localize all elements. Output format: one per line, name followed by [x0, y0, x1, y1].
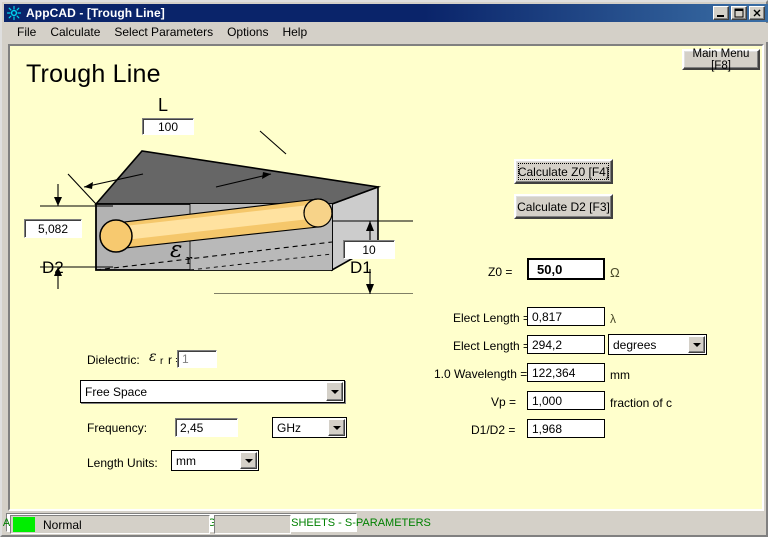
vp-field[interactable]: 1,000 — [527, 391, 605, 410]
window-controls — [713, 6, 768, 20]
appcad-atom-icon — [6, 5, 22, 21]
epsilon-subscript-label: r — [160, 356, 164, 367]
z0-unit-label: Ω — [610, 265, 620, 280]
frequency-units-combo[interactable]: GHz — [272, 417, 347, 438]
calculate-z0-label: Calculate Z0 [F4] — [517, 164, 610, 179]
chevron-down-icon[interactable] — [240, 452, 257, 469]
vp-label: Vp = — [491, 395, 517, 409]
material-combo[interactable]: Free Space — [80, 380, 345, 403]
elect-length-lambda-field[interactable]: 0,817 — [527, 307, 605, 326]
status-state-text: Normal — [43, 517, 82, 532]
wavelength-label: 1.0 Wavelength = — [434, 367, 528, 381]
calculate-z0-button[interactable]: Calculate Z0 [F4] — [514, 159, 613, 184]
application-window: AppCAD - [Trough Line] File Calculate Se… — [0, 0, 768, 537]
minimize-button[interactable] — [713, 6, 729, 20]
angle-units-combo[interactable]: degrees — [608, 334, 707, 355]
lambda-unit-label: λ — [610, 312, 616, 326]
vp-unit-label: fraction of c — [610, 396, 673, 410]
elect-length-lambda-label: Elect Length = — [453, 311, 531, 325]
menu-bar: File Calculate Select Parameters Options… — [4, 23, 768, 42]
menu-item-help[interactable]: Help — [275, 24, 314, 41]
client-area: Trough Line Main Menu [F8] ε r L 100 5,0… — [8, 44, 764, 511]
diagram-length-label: L — [158, 95, 169, 115]
frequency-units-value: GHz — [277, 420, 301, 435]
z0-field[interactable]: 50,0 — [527, 258, 605, 280]
status-state-pane: Normal — [10, 515, 210, 534]
status-bar: Normal Click for Web: APPLICATION NOTES … — [0, 513, 766, 535]
wavelength-field[interactable]: 122,364 — [527, 363, 605, 382]
frequency-field[interactable]: 2,45 — [175, 418, 238, 437]
main-menu-button[interactable]: Main Menu [F8] — [682, 48, 760, 72]
er-field[interactable]: 1 — [177, 350, 217, 368]
epsilon-symbol: ε — [170, 237, 182, 263]
title-bar: AppCAD - [Trough Line] — [4, 4, 768, 22]
dielectric-label: Dielectric: — [87, 353, 140, 367]
d1-d2-ratio-field[interactable]: 1,968 — [527, 419, 605, 438]
status-spacer-pane — [214, 515, 291, 534]
menu-item-select-parameters[interactable]: Select Parameters — [107, 24, 220, 41]
diagram-length-field[interactable]: 100 — [142, 118, 194, 135]
diagram-d2-label: D2 — [42, 258, 64, 277]
elect-length-degrees-label: Elect Length = — [453, 339, 531, 353]
menu-item-file[interactable]: File — [10, 24, 43, 41]
length-units-label: Length Units: — [87, 456, 158, 470]
angle-units-value: degrees — [613, 337, 657, 352]
material-value: Free Space — [85, 384, 148, 399]
maximize-button[interactable] — [731, 6, 747, 20]
z0-label: Z0 = — [488, 265, 513, 279]
menu-item-calculate[interactable]: Calculate — [43, 24, 107, 41]
calculate-d2-button[interactable]: Calculate D2 [F3] — [514, 194, 613, 219]
epsilon-symbol-label: ε — [149, 349, 157, 365]
diagram-d1-label: D1 — [350, 258, 372, 277]
chevron-down-icon[interactable] — [326, 382, 343, 401]
chevron-down-icon[interactable] — [688, 336, 705, 353]
length-units-combo[interactable]: mm — [171, 450, 259, 471]
menu-item-options[interactable]: Options — [220, 24, 275, 41]
status-led-icon — [13, 517, 35, 532]
epsilon-subscript: r — [186, 253, 193, 268]
chevron-down-icon[interactable] — [328, 419, 345, 436]
d1-d2-ratio-label: D1/D2 = — [471, 423, 516, 437]
diagram-d1-field[interactable]: 10 — [343, 240, 395, 259]
elect-length-degrees-field[interactable]: 294,2 — [527, 335, 605, 354]
length-units-value: mm — [176, 453, 196, 468]
page-title: Trough Line — [26, 60, 161, 88]
frequency-label: Frequency: — [87, 421, 148, 435]
wavelength-unit-label: mm — [610, 368, 630, 382]
close-button[interactable] — [749, 6, 765, 20]
diagram-d2-field[interactable]: 5,082 — [24, 219, 82, 238]
trough-line-diagram: ε r L 100 5,082 D2 10 D1 — [18, 94, 428, 295]
window-title: AppCAD - [Trough Line] — [26, 6, 165, 20]
